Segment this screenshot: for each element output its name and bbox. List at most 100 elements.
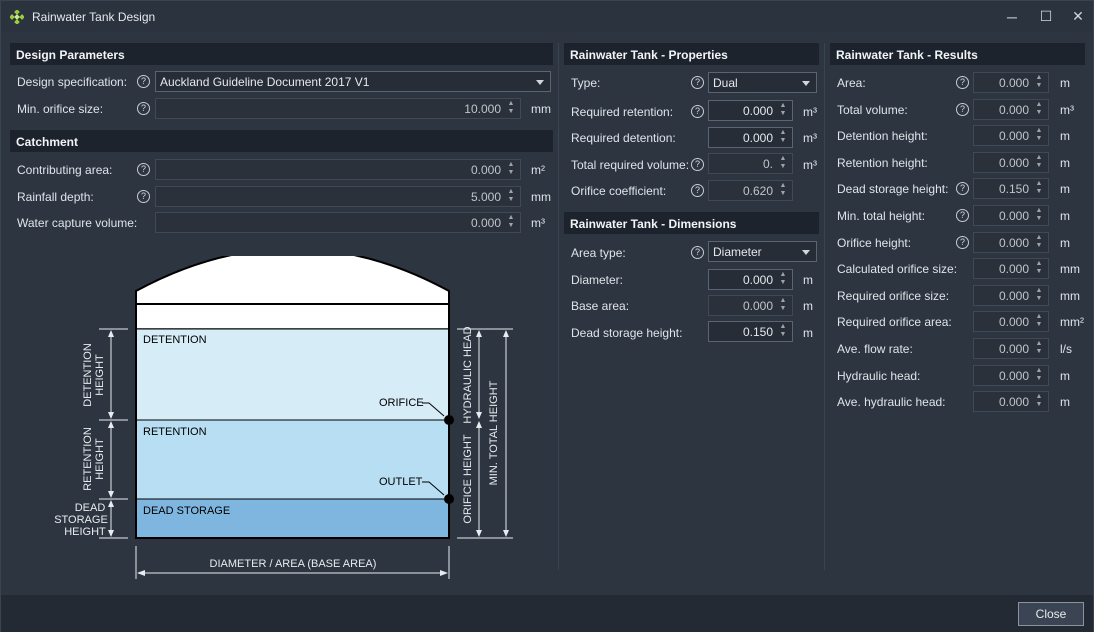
design-spec-label: Design specification: — [17, 75, 128, 89]
dead-storage-height-label: Dead storage height: — [837, 182, 949, 197]
hydraulic-head-label: Hydraulic head: — [837, 368, 921, 383]
dead-storage-height-input[interactable]: 0.150 ▲ ▼ — [708, 321, 793, 342]
design-spec-dropdown[interactable]: Auckland Guideline Document 2017 V1 — [155, 71, 551, 92]
diameter-input[interactable]: 0.000 ▲ ▼ — [708, 269, 793, 290]
unit-label: m — [1060, 182, 1070, 197]
help-icon[interactable]: ? — [691, 105, 704, 118]
min-orifice-input[interactable]: 10.000 ▲ ▼ — [155, 98, 521, 119]
help-icon[interactable]: ? — [956, 102, 969, 116]
retention-height-output[interactable]: 0.000 ▲ ▼ — [973, 151, 1049, 173]
orifice-height-value: 0.000 — [998, 235, 1029, 250]
dead-storage-height-output[interactable]: 0.150 ▲ ▼ — [973, 178, 1049, 200]
orifice-coefficient-input[interactable]: 0.620 ▲ ▼ — [708, 180, 793, 201]
hydraulic-head-output[interactable]: 0.000 ▲ ▼ — [973, 364, 1049, 386]
total-volume-label: Total volume: — [837, 102, 908, 117]
area-output[interactable]: 0.000 ▲ ▼ — [973, 72, 1049, 93]
required-retention-label: Required retention: — [571, 105, 674, 119]
base-area-input[interactable]: 0.000 ▲ ▼ — [708, 295, 793, 316]
hydraulic-head-label: HYDRAULIC HEAD — [462, 326, 474, 423]
area-type-dropdown[interactable]: Diameter — [708, 241, 817, 262]
type-dropdown[interactable]: Dual — [708, 72, 817, 93]
unit-label: m — [1060, 209, 1070, 223]
help-icon[interactable]: ? — [137, 102, 150, 115]
orifice-height-label: Orifice height: — [837, 235, 912, 250]
unit-label: m³ — [531, 216, 545, 230]
spinner-icon[interactable]: ▲ ▼ — [1034, 180, 1044, 197]
spinner-icon[interactable]: ▲ ▼ — [1034, 260, 1044, 277]
spinner-icon[interactable]: ▲ ▼ — [1034, 393, 1044, 410]
spinner-icon[interactable]: ▲ ▼ — [1034, 340, 1044, 357]
column-divider — [558, 43, 559, 570]
spinner-icon[interactable]: ▲ ▼ — [506, 214, 516, 231]
min-total-height-output[interactable]: 0.000 ▲ ▼ — [973, 205, 1049, 226]
required-detention-input[interactable]: 0.000 ▲ ▼ — [708, 127, 793, 148]
dead-height-label-1: DEAD — [75, 502, 106, 514]
help-icon[interactable]: ? — [137, 163, 150, 176]
retention-zone-label: RETENTION — [143, 426, 207, 438]
ave-flow-rate-output[interactable]: 0.000 ▲ ▼ — [973, 338, 1049, 359]
total-volume-output[interactable]: 0.000 ▲ ▼ — [973, 98, 1049, 120]
required-orifice-size-output[interactable]: 0.000 ▲ ▼ — [973, 284, 1049, 306]
help-icon[interactable]: ? — [691, 158, 704, 171]
type-value: Dual — [713, 76, 738, 90]
diameter-label: Diameter: — [571, 273, 624, 287]
spinner-icon[interactable]: ▲ ▼ — [1034, 127, 1044, 144]
contributing-area-input[interactable]: 0.000 ▲ ▼ — [155, 159, 521, 180]
minimize-icon[interactable]: ─ — [995, 1, 1029, 32]
unit-label: m — [1060, 368, 1070, 383]
help-icon[interactable]: ? — [137, 190, 150, 203]
help-icon[interactable]: ? — [137, 75, 150, 88]
outlet-label: OUTLET — [379, 476, 423, 488]
orifice-height-output[interactable]: 0.000 ▲ ▼ — [973, 231, 1049, 253]
close-icon[interactable]: ✕ — [1061, 1, 1094, 32]
orifice-height-label: ORIFICE HEIGHT — [462, 434, 474, 524]
area-type-value: Diameter — [713, 245, 762, 259]
min-total-height-value: 0.000 — [998, 209, 1029, 223]
results-header: Rainwater Tank - Results — [830, 43, 1085, 65]
water-capture-input[interactable]: 0.000 ▲ ▼ — [155, 212, 521, 233]
rainfall-depth-value: 5.000 — [470, 190, 501, 204]
detention-height-output[interactable]: 0.000 ▲ ▼ — [973, 125, 1049, 147]
help-icon[interactable]: ? — [691, 76, 704, 89]
spinner-icon[interactable]: ▲ ▼ — [1034, 234, 1044, 251]
spinner-icon[interactable]: ▲ ▼ — [778, 155, 788, 172]
spinner-icon[interactable]: ▲ ▼ — [1034, 101, 1044, 118]
spinner-icon[interactable]: ▲ ▼ — [1034, 313, 1044, 330]
tank-diagram: DETENTION RETENTION DEAD STORAGE ORIFICE… — [54, 256, 513, 579]
close-button[interactable]: Close — [1018, 602, 1084, 626]
help-icon[interactable]: ? — [956, 182, 969, 196]
total-required-volume-input[interactable]: 0. ▲ ▼ — [708, 153, 793, 174]
rainfall-depth-input[interactable]: 5.000 ▲ ▼ — [155, 186, 521, 207]
spinner-icon[interactable]: ▲ ▼ — [778, 297, 788, 314]
maximize-icon[interactable]: ☐ — [1029, 1, 1063, 32]
unit-label: m³ — [803, 158, 817, 172]
required-detention-value: 0.000 — [742, 131, 773, 145]
help-icon[interactable]: ? — [956, 209, 969, 222]
spinner-icon[interactable]: ▲ ▼ — [506, 100, 516, 117]
help-icon[interactable]: ? — [956, 235, 969, 249]
spinner-icon[interactable]: ▲ ▼ — [778, 102, 788, 119]
retention-height-label-1: RETENTION — [82, 427, 94, 491]
spinner-icon[interactable]: ▲ ▼ — [1034, 287, 1044, 304]
spinner-icon[interactable]: ▲ ▼ — [506, 188, 516, 205]
total-volume-value: 0.000 — [998, 102, 1029, 117]
help-icon[interactable]: ? — [691, 184, 704, 197]
spinner-icon[interactable]: ▲ ▼ — [778, 271, 788, 288]
calculated-orifice-size-value: 0.000 — [998, 262, 1029, 277]
spinner-icon[interactable]: ▲ ▼ — [1034, 367, 1044, 384]
spinner-icon[interactable]: ▲ ▼ — [1034, 207, 1044, 224]
spinner-icon[interactable]: ▲ ▼ — [1034, 74, 1044, 91]
required-retention-input[interactable]: 0.000 ▲ ▼ — [708, 100, 793, 121]
spinner-icon[interactable]: ▲ ▼ — [506, 161, 516, 178]
required-orifice-area-output[interactable]: 0.000 ▲ ▼ — [973, 311, 1049, 333]
detention-zone-label: DETENTION — [143, 334, 207, 346]
help-icon[interactable]: ? — [691, 246, 704, 259]
ave-hydraulic-head-output[interactable]: 0.000 ▲ ▼ — [973, 391, 1049, 413]
spinner-icon[interactable]: ▲ ▼ — [778, 323, 788, 340]
spinner-icon[interactable]: ▲ ▼ — [1034, 154, 1044, 171]
spinner-icon[interactable]: ▲ ▼ — [778, 182, 788, 199]
help-icon[interactable]: ? — [956, 76, 969, 89]
unit-label: m² — [531, 163, 545, 177]
spinner-icon[interactable]: ▲ ▼ — [778, 129, 788, 146]
calculated-orifice-size-output[interactable]: 0.000 ▲ ▼ — [973, 258, 1049, 280]
